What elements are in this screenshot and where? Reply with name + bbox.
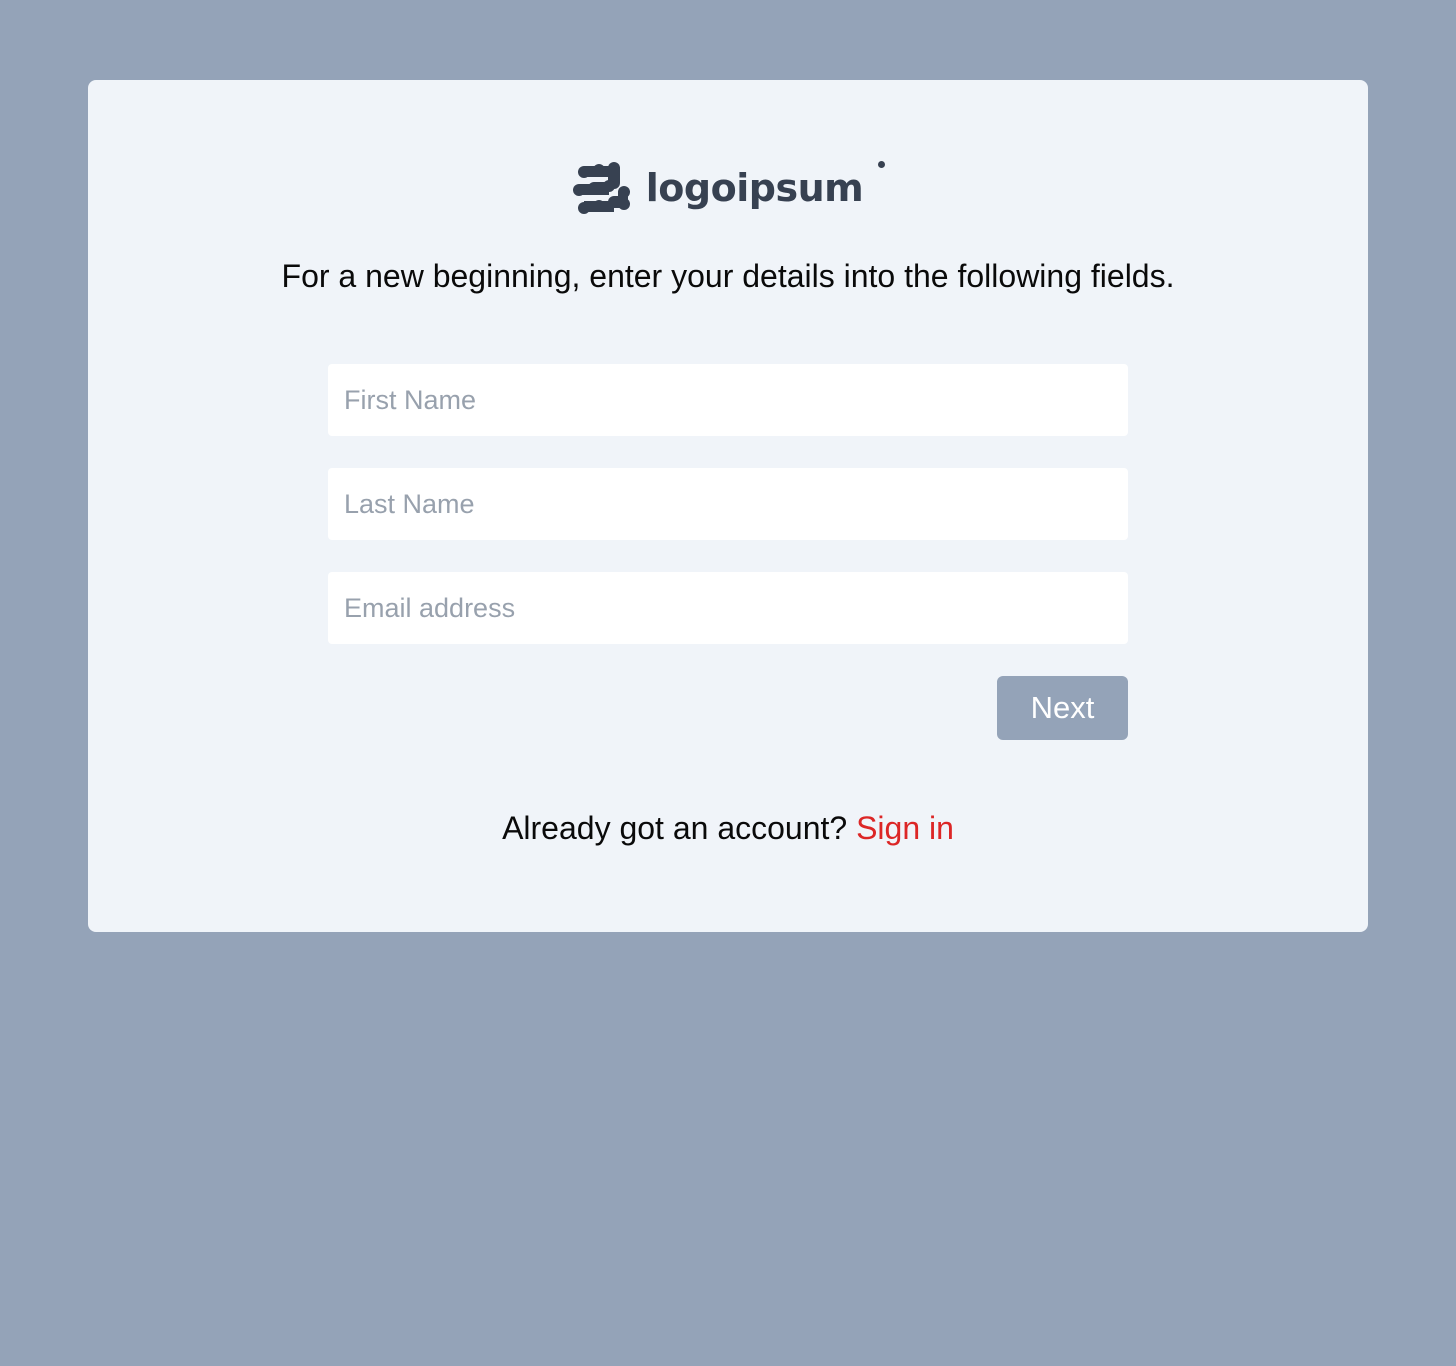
brand-wordmark: logoipsum (645, 166, 864, 210)
signup-card: logoipsum For a new beginning, enter you… (88, 80, 1368, 932)
brand-registered-dot (878, 160, 886, 168)
last-name-input[interactable] (328, 468, 1128, 540)
next-button[interactable]: Next (997, 676, 1128, 740)
signin-link[interactable]: Sign in (856, 810, 954, 846)
signin-prompt-text: Already got an account? (502, 810, 848, 846)
signin-prompt-row: Already got an account? Sign in (88, 808, 1368, 848)
first-name-input[interactable] (328, 364, 1128, 436)
logo-mark-icon (572, 162, 630, 214)
email-input[interactable] (328, 572, 1128, 644)
intro-text: For a new beginning, enter your details … (281, 258, 1175, 294)
brand-logo: logoipsum (88, 160, 1368, 218)
